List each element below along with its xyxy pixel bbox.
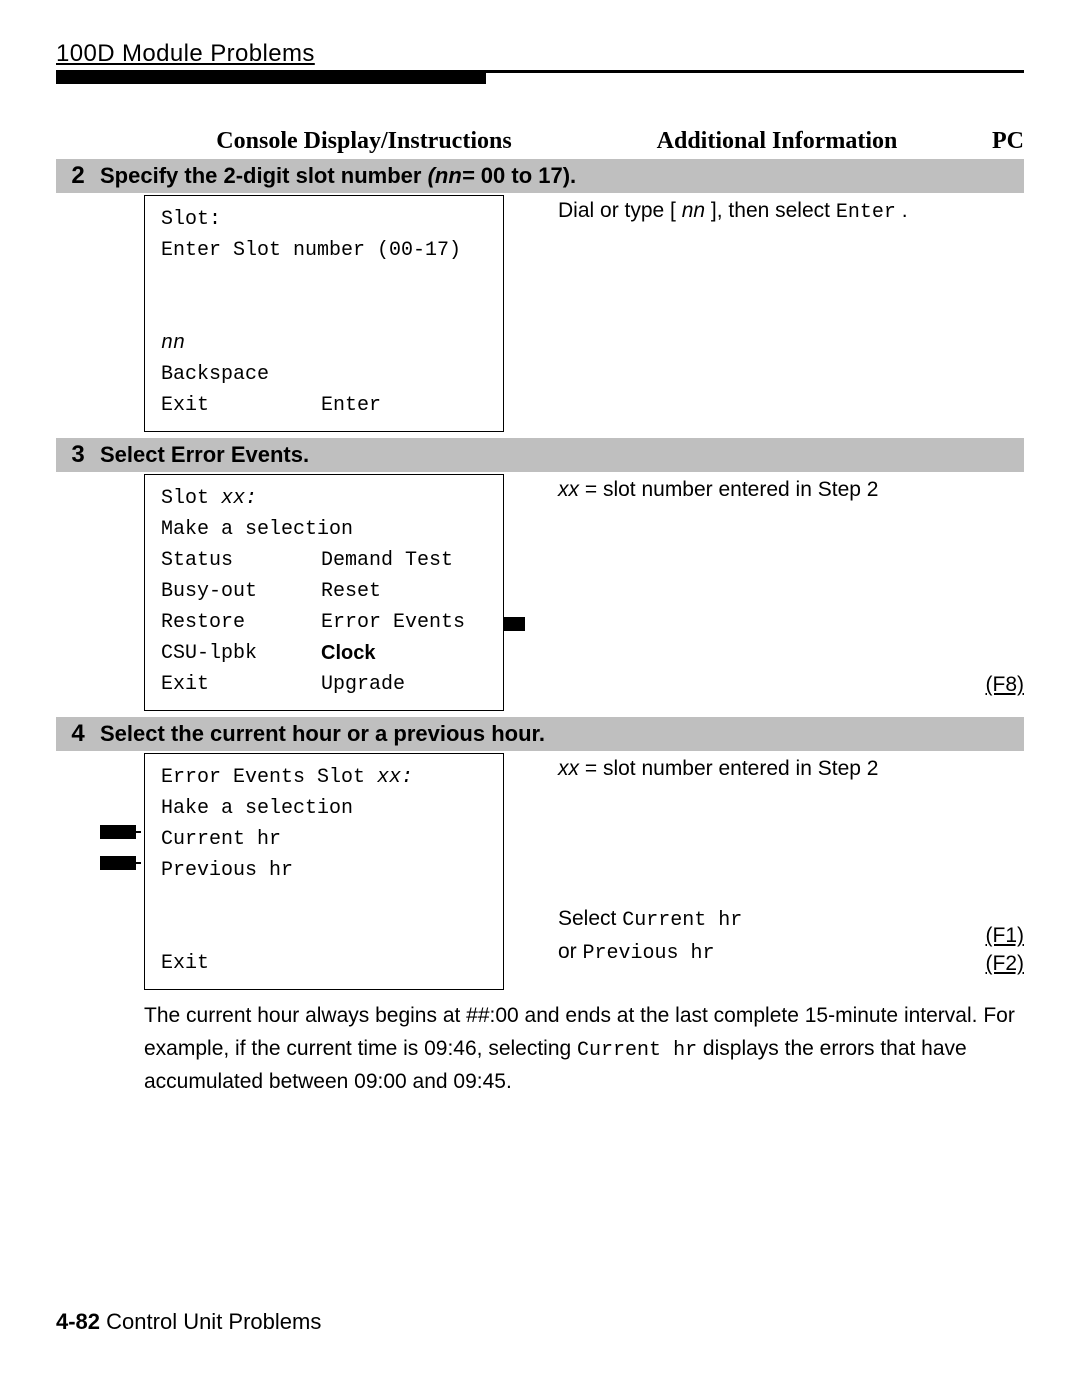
step2-title-a: Specify the 2-digit slot number bbox=[100, 163, 428, 188]
pc-shortcut-f1[interactable]: (F1) bbox=[986, 924, 1025, 948]
page-footer: 4-82 Control Unit Problems bbox=[56, 1249, 1024, 1335]
info-text: xx bbox=[558, 757, 579, 780]
info-text: nn bbox=[682, 199, 705, 222]
console-line: Make a selection bbox=[161, 514, 487, 545]
footer-section: Control Unit Problems bbox=[106, 1309, 321, 1334]
explanatory-paragraph: The current hour always begins at ##:00 … bbox=[144, 1000, 1024, 1098]
step-bar-3: 3 Select Error Events. bbox=[56, 438, 1024, 472]
heading-additional: Additional Information bbox=[590, 128, 964, 155]
info-text: = slot number entered in Step 2 bbox=[585, 757, 879, 780]
console-line: xx: bbox=[377, 762, 413, 793]
heading-console: Console Display/Instructions bbox=[138, 128, 590, 155]
info-text: Previous hr bbox=[583, 942, 715, 965]
info-text: . bbox=[902, 199, 908, 222]
console-line: xx: bbox=[221, 483, 257, 514]
console-line: Enter Slot number (00-17) bbox=[161, 235, 487, 266]
info-text: Current hr bbox=[622, 909, 742, 932]
info-text: = slot number entered in Step 2 bbox=[585, 478, 879, 501]
console-line: CSU-lpbk bbox=[161, 638, 321, 669]
console-line: Demand Test bbox=[321, 545, 453, 576]
info-text: xx bbox=[558, 478, 579, 501]
additional-info-step4: xx = slot number entered in Step 2 Selec… bbox=[504, 753, 954, 990]
step-number: 4 bbox=[56, 720, 100, 748]
console-line: nn bbox=[161, 328, 487, 359]
pc-shortcut-f8[interactable]: (F8) bbox=[986, 673, 1025, 697]
info-text: ], then select bbox=[711, 199, 836, 222]
header-rule bbox=[56, 70, 1024, 88]
pc-shortcut-f2[interactable]: (F2) bbox=[986, 952, 1025, 976]
step-bar-4: 4 Select the current hour or a previous … bbox=[56, 717, 1024, 751]
console-box-step4: Error Events Slot xx: Hake a selection C… bbox=[144, 753, 504, 990]
console-line: Current hr bbox=[161, 824, 487, 855]
console-line: Upgrade bbox=[321, 669, 405, 700]
step-bar-2: 2 Specify the 2-digit slot number (nn= 0… bbox=[56, 159, 1024, 193]
additional-info-step2: Dial or type [ nn ], then select Enter . bbox=[504, 195, 954, 432]
console-line: Hake a selection bbox=[161, 793, 487, 824]
info-text: Select bbox=[558, 907, 622, 930]
console-line: Error Events Slot bbox=[161, 762, 377, 793]
column-headings: Console Display/Instructions Additional … bbox=[56, 128, 1024, 155]
previous-hr-indicator bbox=[100, 856, 136, 870]
current-hr-indicator bbox=[100, 825, 136, 839]
console-line: Enter bbox=[321, 390, 381, 421]
console-line: Status bbox=[161, 545, 321, 576]
console-line: Busy-out bbox=[161, 576, 321, 607]
step-number: 2 bbox=[56, 162, 100, 190]
console-box-step2: Slot: Enter Slot number (00-17) nn Backs… bbox=[144, 195, 504, 432]
console-line: Exit bbox=[161, 390, 321, 421]
footer-page-number: 4-82 bbox=[56, 1309, 106, 1334]
step-title: Select Error Events. bbox=[100, 442, 309, 468]
additional-info-step3: xx = slot number entered in Step 2 bbox=[504, 474, 954, 711]
step-title: Specify the 2-digit slot number (nn= 00 … bbox=[100, 163, 576, 189]
console-line: Previous hr bbox=[161, 855, 487, 886]
info-text: Enter bbox=[836, 201, 896, 224]
console-line: Error Events bbox=[321, 607, 465, 638]
info-text: or bbox=[558, 940, 583, 963]
running-head: 100D Module Problems bbox=[56, 40, 1024, 68]
console-line: Slot: bbox=[161, 204, 487, 235]
console-line: Reset bbox=[321, 576, 381, 607]
info-text: Dial or type [ bbox=[558, 199, 682, 222]
heading-pc: PC bbox=[964, 128, 1024, 155]
step-number: 3 bbox=[56, 441, 100, 469]
console-line: Slot bbox=[161, 483, 221, 514]
step2-title-param: (nn= bbox=[428, 163, 475, 188]
console-line: Restore bbox=[161, 607, 321, 638]
console-line: Exit bbox=[161, 669, 321, 700]
paragraph-text: Current hr bbox=[577, 1039, 697, 1062]
step-title: Select the current hour or a previous ho… bbox=[100, 721, 545, 747]
console-line: Exit bbox=[161, 948, 487, 979]
step2-title-b: 00 to 17). bbox=[481, 163, 576, 188]
console-line: Clock bbox=[321, 638, 375, 669]
console-line: Backspace bbox=[161, 359, 487, 390]
console-box-step3: Slot xx: Make a selection Status Demand … bbox=[144, 474, 504, 711]
